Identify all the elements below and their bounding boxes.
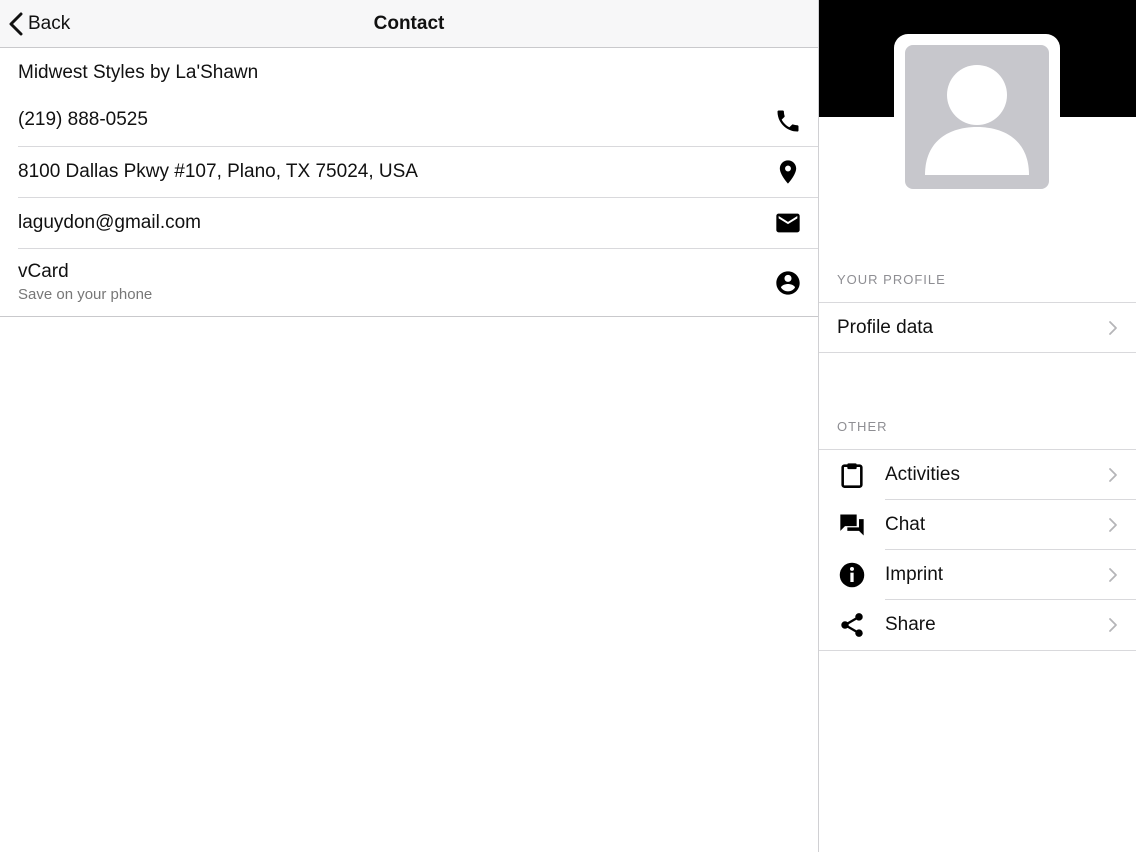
email-row[interactable]: laguydon@gmail.com	[0, 198, 818, 249]
business-name: Midwest Styles by La'Shawn	[18, 62, 259, 83]
mail-icon	[776, 213, 800, 233]
phone-row[interactable]: (219) 888-0525	[0, 96, 818, 147]
menu-item-label: Profile data	[837, 317, 934, 338]
section-header-your-profile: YOUR PROFILE	[837, 272, 946, 287]
email-address: laguydon@gmail.com	[18, 212, 201, 233]
address-text: 8100 Dallas Pkwy #107, Plano, TX 75024, …	[18, 161, 418, 182]
clipboard-icon	[841, 463, 863, 488]
avatar-placeholder-icon	[925, 65, 1029, 175]
back-label: Back	[28, 13, 71, 34]
share-icon	[841, 613, 863, 637]
vcard-row[interactable]: vCard Save on your phone	[0, 249, 818, 317]
chevron-right-icon	[1109, 468, 1117, 482]
phone-icon	[777, 110, 799, 132]
chevron-right-icon	[1109, 618, 1117, 632]
side-menu: YOUR PROFILE Profile data OTHER Activiti…	[819, 0, 1136, 852]
menu-item-label: Chat	[885, 514, 926, 535]
page-title: Contact	[373, 13, 445, 34]
avatar-frame	[894, 34, 1060, 200]
chat-icon	[840, 514, 864, 536]
menu-item-label: Share	[885, 614, 936, 635]
chevron-right-icon	[1109, 321, 1117, 335]
address-row[interactable]: 8100 Dallas Pkwy #107, Plano, TX 75024, …	[0, 147, 818, 198]
list-bottom-divider	[0, 316, 818, 317]
avatar[interactable]	[905, 45, 1049, 189]
account-circle-icon	[776, 271, 800, 295]
info-icon	[839, 562, 865, 588]
menu-item-chat[interactable]: Chat	[819, 500, 1136, 550]
menu-item-profile-data[interactable]: Profile data	[819, 303, 1136, 353]
section-header-other: OTHER	[837, 419, 888, 434]
contact-pane: Back Contact Midwest Styles by La'Shawn …	[0, 0, 818, 852]
section-divider	[819, 650, 1136, 651]
vcard-label: vCard	[18, 261, 69, 282]
menu-item-share[interactable]: Share	[819, 600, 1136, 650]
menu-item-activities[interactable]: Activities	[819, 450, 1136, 500]
chevron-right-icon	[1109, 518, 1117, 532]
section-divider	[819, 352, 1136, 353]
menu-item-imprint[interactable]: Imprint	[819, 550, 1136, 600]
back-button[interactable]: Back	[8, 0, 70, 48]
menu-item-label: Activities	[885, 464, 960, 485]
chevron-left-icon	[9, 12, 23, 36]
vcard-subtitle: Save on your phone	[18, 286, 153, 303]
navigation-bar: Back Contact	[0, 0, 818, 48]
phone-number: (219) 888-0525	[18, 109, 148, 130]
location-pin-icon	[779, 160, 797, 184]
chevron-right-icon	[1109, 568, 1117, 582]
menu-item-label: Imprint	[885, 564, 944, 585]
